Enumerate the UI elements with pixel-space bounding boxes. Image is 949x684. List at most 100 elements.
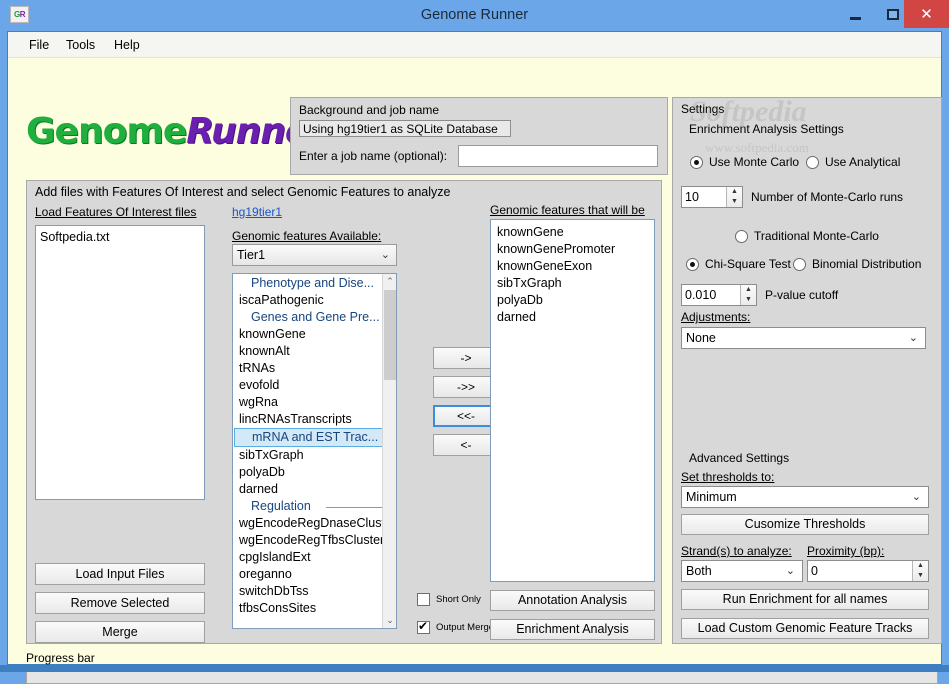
list-item[interactable]: knownGeneExon [497, 258, 654, 275]
features-to-run-list[interactable]: knownGene knownGenePromoter knownGeneExon s… [490, 219, 655, 582]
chevron-down-icon: ⌄ [785, 565, 795, 577]
list-item[interactable]: knownGenePromoter [497, 241, 654, 258]
list-item[interactable]: polyaDb [233, 464, 384, 481]
output-merged-checkbox[interactable] [417, 619, 430, 634]
list-item[interactable]: darned [497, 309, 654, 326]
binomial-label: Binomial Distribution [812, 257, 922, 271]
list-item[interactable]: polyaDb [497, 292, 654, 309]
proximity-input[interactable] [808, 561, 928, 581]
available-features-list[interactable]: Phenotype and Dise... iscaPathogenic Genes… [232, 273, 397, 629]
binomial-radio[interactable] [793, 257, 806, 271]
use-analytical-radio-row[interactable]: Use Analytical [806, 155, 900, 169]
use-monte-carlo-label: Use Monte Carlo [709, 155, 800, 169]
list-item[interactable]: darned [233, 481, 384, 498]
application-window: GR Genome Runner ✕ File Tools Help Genom… [0, 0, 949, 684]
spin-down-icon[interactable]: ▼ [741, 295, 756, 305]
load-foi-label: Load Features Of Interest files [35, 205, 197, 219]
list-item[interactable]: evofold [233, 377, 384, 394]
list-item[interactable]: switchDbTss [233, 583, 384, 600]
strand-dropdown[interactable]: Both ⌄ [681, 560, 803, 582]
scrollbar-thumb[interactable] [384, 290, 396, 380]
chi-square-radio[interactable] [686, 257, 699, 271]
spin-up-icon[interactable]: ▲ [727, 187, 742, 197]
monte-carlo-runs-spin-buttons[interactable]: ▲ ▼ [726, 187, 742, 207]
tier-dropdown-value: Tier1 [237, 248, 266, 262]
window-title: Genome Runner [420, 7, 529, 23]
list-item[interactable]: Genes and Gene Pre... [233, 309, 384, 326]
progress-bar-label: Progress bar [26, 651, 95, 665]
adjustments-dropdown[interactable]: None ⌄ [681, 327, 926, 349]
output-merged-checkbox-row[interactable]: Output Merged [417, 619, 499, 634]
spin-down-icon[interactable]: ▼ [913, 571, 928, 581]
thresholds-dropdown[interactable]: Minimum ⌄ [681, 486, 929, 508]
list-item[interactable]: wgRna [233, 394, 384, 411]
list-item[interactable]: Regulation [233, 498, 386, 515]
job-name-input[interactable] [458, 145, 658, 167]
scroll-up-icon[interactable]: ⌃ [383, 274, 396, 289]
enrichment-analysis-button[interactable]: Enrichment Analysis [490, 619, 655, 640]
database-link[interactable]: hg19tier1 [232, 205, 282, 219]
minimize-button[interactable] [837, 0, 874, 28]
use-monte-carlo-radio-row[interactable]: Use Monte Carlo [690, 155, 799, 169]
tier-dropdown[interactable]: Tier1 ⌄ [232, 244, 397, 266]
spin-up-icon[interactable]: ▲ [741, 285, 756, 295]
chi-square-radio-row[interactable]: Chi-Square Test [686, 257, 791, 271]
annotation-analysis-button[interactable]: Annotation Analysis [490, 590, 655, 611]
list-item[interactable]: tfbsConsSites [233, 600, 384, 617]
remove-selected-button[interactable]: Remove Selected [35, 592, 205, 614]
run-enrichment-all-button[interactable]: Run Enrichment for all names [681, 589, 929, 610]
scroll-down-icon[interactable]: ⌄ [383, 613, 396, 628]
list-item[interactable]: mRNA and EST Trac... [234, 428, 383, 447]
list-item[interactable]: wgEncodeRegTfbsClustered [233, 532, 396, 549]
use-monte-carlo-radio[interactable] [690, 155, 703, 169]
list-item[interactable]: knownGene [233, 326, 384, 343]
pvalue-cutoff-label: P-value cutoff [765, 288, 839, 302]
list-item[interactable]: sibTxGraph [497, 275, 654, 292]
list-item[interactable]: iscaPathogenic [233, 292, 384, 309]
features-group-title: Add files with Features Of Interest and … [35, 185, 451, 199]
list-item[interactable]: lincRNAsTranscripts [233, 411, 384, 428]
settings-group: Settings Enrichment Analysis Settings Us… [672, 97, 942, 644]
menu-item-help[interactable]: Help [106, 37, 148, 53]
load-input-files-button[interactable]: Load Input Files [35, 563, 205, 585]
load-custom-tracks-button[interactable]: Load Custom Genomic Feature Tracks [681, 618, 929, 639]
job-name-label: Enter a job name (optional): [299, 149, 448, 163]
traditional-monte-carlo-radio-row[interactable]: Traditional Monte-Carlo [735, 229, 879, 243]
list-item[interactable]: Phenotype and Dise... [233, 275, 384, 292]
monte-carlo-runs-stepper[interactable]: ▲ ▼ [681, 186, 743, 208]
list-item[interactable]: knownGene [497, 224, 654, 241]
list-item[interactable]: oreganno [233, 566, 384, 583]
enrichment-settings-title: Enrichment Analysis Settings [689, 122, 844, 136]
merge-button[interactable]: Merge [35, 621, 205, 643]
foi-file-list[interactable]: Softpedia.txt [35, 225, 205, 500]
list-item[interactable]: cpgIslandExt [233, 549, 384, 566]
menu-item-tools[interactable]: Tools [58, 37, 103, 53]
pvalue-cutoff-stepper[interactable]: ▲ ▼ [681, 284, 757, 306]
list-item[interactable]: sibTxGraph [233, 447, 384, 464]
list-item[interactable]: tRNAs [233, 360, 384, 377]
list-item[interactable]: knownAlt [233, 343, 384, 360]
pvalue-spin-buttons[interactable]: ▲ ▼ [740, 285, 756, 305]
chevron-down-icon: ⌄ [911, 491, 921, 503]
chi-square-label: Chi-Square Test [705, 257, 791, 271]
spin-up-icon[interactable]: ▲ [913, 561, 928, 571]
customize-thresholds-button[interactable]: Cusomize Thresholds [681, 514, 929, 535]
menu-item-file[interactable]: File [21, 37, 57, 53]
title-bar: GR Genome Runner ✕ [0, 0, 949, 32]
proximity-stepper[interactable]: ▲ ▼ [807, 560, 929, 582]
close-button[interactable]: ✕ [904, 0, 949, 28]
spin-down-icon[interactable]: ▼ [727, 197, 742, 207]
list-item[interactable]: wgEncodeRegDnaseClustered [233, 515, 396, 532]
binomial-radio-row[interactable]: Binomial Distribution [793, 257, 921, 271]
traditional-monte-carlo-radio[interactable] [735, 229, 748, 243]
features-group: Add files with Features Of Interest and … [26, 180, 662, 644]
available-features-items: Phenotype and Dise... iscaPathogenic Genes… [233, 274, 396, 617]
short-only-checkbox[interactable] [417, 593, 430, 606]
use-analytical-radio[interactable] [806, 155, 819, 169]
short-only-checkbox-row[interactable]: Short Only [417, 593, 481, 606]
proximity-spin-buttons[interactable]: ▲ ▼ [912, 561, 928, 581]
use-analytical-label: Use Analytical [825, 155, 901, 169]
app-logo: GenomeRunner [26, 110, 326, 156]
list-item[interactable]: Softpedia.txt [40, 229, 204, 245]
available-list-scrollbar[interactable]: ⌃ ⌄ [382, 274, 396, 628]
